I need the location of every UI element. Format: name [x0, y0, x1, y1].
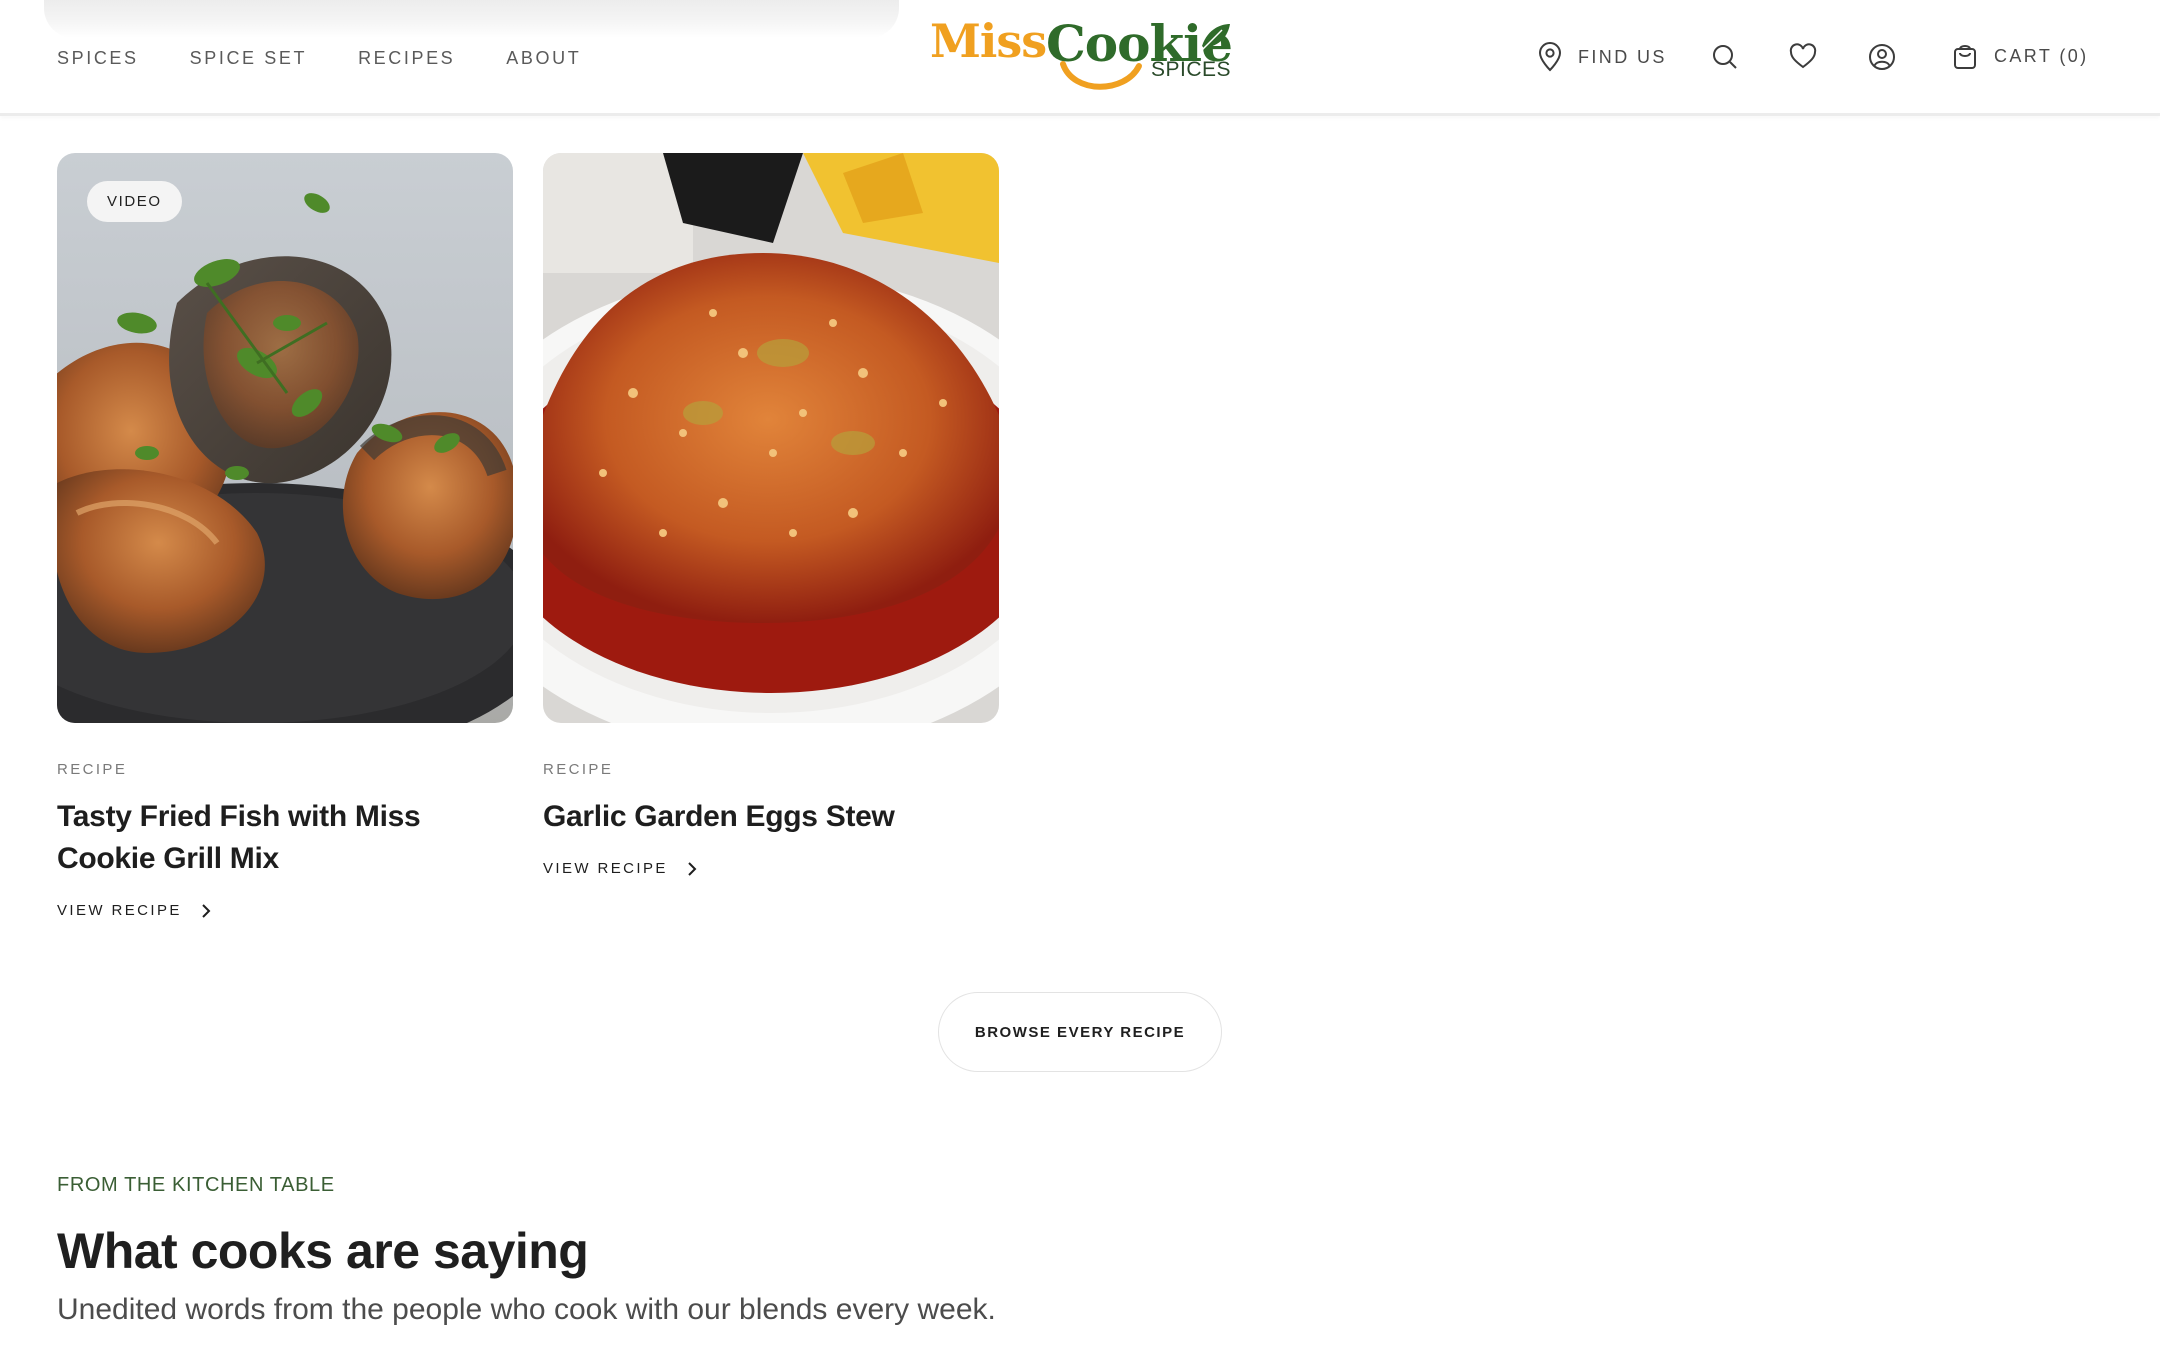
- wishlist-button[interactable]: [1786, 40, 1820, 74]
- browse-every-recipe-button[interactable]: BROWSE EVERY RECIPE: [938, 992, 1222, 1072]
- garden-eggs-stew-photo: [543, 153, 999, 723]
- nav-spice-set[interactable]: SPICE SET: [190, 48, 307, 69]
- account-icon: [1869, 44, 1895, 70]
- bag-icon: [1954, 45, 1976, 69]
- nav-recipes[interactable]: RECIPES: [358, 48, 455, 69]
- view-recipe-link[interactable]: VIEW RECIPE: [543, 860, 698, 877]
- cart-label: CART (0): [1994, 45, 2089, 66]
- section-kicker: FROM THE KITCHEN TABLE: [57, 1174, 335, 1196]
- site-header: SPICES SPICE SET RECIPES ABOUT Miss Cook…: [0, 0, 2160, 116]
- recipe-image-garden-eggs-stew[interactable]: [543, 153, 999, 723]
- nav-about[interactable]: ABOUT: [506, 48, 581, 69]
- section-title: What cooks are saying: [57, 1223, 589, 1279]
- location-pin-icon: [1538, 42, 1562, 72]
- view-recipe-link[interactable]: VIEW RECIPE: [57, 902, 212, 919]
- announcement-bar-shadow: [44, 0, 899, 38]
- cart-button[interactable]: CART (0): [1952, 42, 2089, 70]
- view-recipe-label: VIEW RECIPE: [543, 860, 668, 877]
- section-subtitle: Unedited words from the people who cook …: [57, 1293, 996, 1326]
- find-us-label: FIND US: [1578, 46, 1667, 67]
- utility-nav: FIND US: [1536, 42, 1667, 72]
- recipe-kicker: RECIPE: [543, 761, 614, 778]
- chevron-right-icon: [688, 861, 697, 876]
- recipe-image-fried-fish[interactable]: VIDEO: [57, 153, 513, 723]
- search-icon: [1713, 45, 1737, 69]
- recipe-card: VIDEO RECIPE Tasty Fried Fish with Miss …: [57, 153, 513, 920]
- find-us-link[interactable]: FIND US: [1536, 42, 1667, 72]
- fried-fish-photo: [57, 153, 513, 723]
- leaf-icon: [1201, 24, 1230, 51]
- logo-word-miss: Miss: [930, 14, 1047, 68]
- recipe-kicker: RECIPE: [57, 761, 128, 778]
- logo-word-spices: SPICES: [1151, 58, 1232, 81]
- nav-spices[interactable]: SPICES: [57, 48, 139, 69]
- logo-smile-icon: [1060, 61, 1142, 90]
- account-button[interactable]: [1865, 40, 1899, 74]
- brand-logo[interactable]: Miss Cookie SPICES: [930, 14, 1233, 98]
- recipe-title[interactable]: Tasty Fried Fish with Miss Cookie Grill …: [57, 796, 513, 880]
- recipe-title[interactable]: Garlic Garden Eggs Stew: [543, 796, 999, 838]
- heart-icon: [1789, 43, 1817, 69]
- recipe-card: RECIPE Garlic Garden Eggs Stew VIEW RECI…: [543, 153, 999, 878]
- search-button[interactable]: [1708, 40, 1742, 74]
- chevron-right-icon: [202, 903, 211, 918]
- video-badge: VIDEO: [87, 181, 182, 222]
- main-nav: SPICES SPICE SET RECIPES ABOUT: [57, 48, 581, 69]
- view-recipe-label: VIEW RECIPE: [57, 902, 182, 919]
